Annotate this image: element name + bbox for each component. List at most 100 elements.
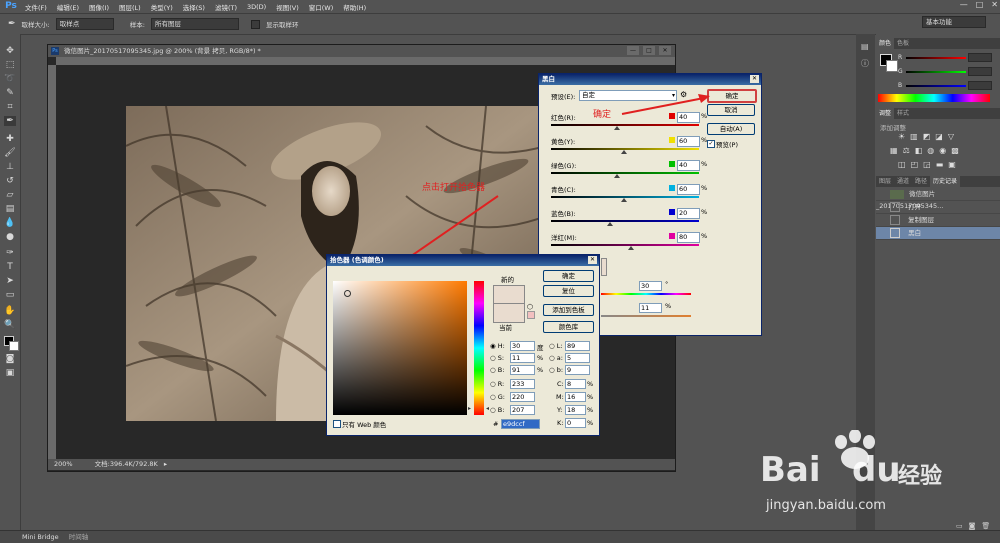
close-button[interactable]: ✕ [991,0,998,9]
path-select-tool-icon[interactable]: ➤ [4,276,16,286]
web-safe-swatch[interactable] [527,311,535,319]
menu-file[interactable]: 文件(F) [20,2,52,12]
cp-r-radio[interactable]: ○ R: [490,380,504,388]
stamp-tool-icon[interactable]: ⊥ [4,162,16,172]
cp-l-radio[interactable]: ○ L: [549,342,563,350]
color-picker-cursor[interactable] [344,290,351,297]
brightness-icon[interactable]: ☀ [898,132,905,141]
color-balance-icon[interactable]: ⚖ [903,146,910,155]
bw-tint-sat-value[interactable]: 11 [639,303,662,313]
history-panel-icon[interactable]: ▤ [861,42,869,51]
cp-l-value[interactable]: 89 [565,341,590,351]
screen-mode-icon[interactable]: ▣ [4,368,16,378]
cube-icon[interactable]: ⬡ [527,303,533,311]
tab-styles[interactable]: 样式 [894,108,912,119]
tab-swatches[interactable]: 色板 [894,38,912,49]
pen-tool-icon[interactable]: ✑ [4,248,16,258]
bw-auto-button[interactable]: 自动(A) [707,123,755,135]
background-color-swatch[interactable] [9,341,19,351]
tab-layers[interactable]: 图层 [876,176,894,187]
lasso-tool-icon[interactable]: ➰ [4,74,16,84]
horizontal-ruler[interactable] [56,57,675,65]
properties-panel-icon[interactable]: ⓘ [861,58,869,69]
hand-tool-icon[interactable]: ✋ [4,306,16,316]
gradient-tool-icon[interactable]: ▤ [4,204,16,214]
levels-icon[interactable]: ▥ [910,132,918,141]
history-row[interactable]: 复制图层 [876,214,1000,227]
doc-minimize-button[interactable]: — [627,46,639,55]
bw-magenta-value[interactable]: 80 [677,232,700,243]
bw-dialog-title-bar[interactable]: 黑白 ✕ [539,74,761,85]
shape-tool-icon[interactable]: ▭ [4,290,16,300]
quick-select-tool-icon[interactable]: ✎ [4,88,16,98]
cp-web-only-checkbox[interactable] [333,420,341,428]
bw-blue-slider-thumb[interactable] [607,222,613,226]
cp-lab-b-radio[interactable]: ○ b: [549,366,563,374]
menu-select[interactable]: 选择(S) [178,2,210,12]
menu-3d[interactable]: 3D(D) [242,3,271,11]
status-menu-icon[interactable]: ▸ [164,460,167,468]
cp-reset-button[interactable]: 复位 [543,285,594,297]
bw-adjust-icon[interactable]: ◧ [915,146,923,155]
marquee-tool-icon[interactable]: ⬚ [4,60,16,70]
cp-m-value[interactable]: 16 [565,392,586,402]
doc-close-button[interactable]: ✕ [659,46,671,55]
menu-layer[interactable]: 图层(L) [114,2,146,12]
cp-close-icon[interactable]: ✕ [588,256,597,264]
channel-mixer-icon[interactable]: ◉ [939,146,946,155]
color-g-value[interactable] [968,67,992,76]
bw-tint-swatch[interactable] [601,258,607,276]
cp-g-value[interactable]: 220 [510,392,535,402]
curves-icon[interactable]: ◩ [923,132,931,141]
hue-slider-left-arrow-icon[interactable]: ▸ [468,405,471,412]
bw-green-slider-track[interactable] [551,172,699,174]
document-info[interactable]: 文档:396.4K/792.8K [95,460,158,468]
color-g-slider[interactable] [906,71,966,73]
history-row[interactable]: 打开 [876,201,1000,214]
menu-edit[interactable]: 编辑(E) [52,2,84,12]
bw-cyan-slider-thumb[interactable] [621,198,627,202]
bw-tint-hue-value[interactable]: 30 [639,281,662,291]
saturation-brightness-field[interactable] [333,281,467,415]
exposure-icon[interactable]: ◪ [935,132,943,141]
cp-h-value[interactable]: 30 [510,341,535,351]
blur-tool-icon[interactable]: 💧 [4,218,16,228]
menu-type[interactable]: 类型(Y) [146,2,178,12]
trash-icon[interactable]: 🗑 [981,522,990,530]
menu-help[interactable]: 帮助(H) [338,2,371,12]
brush-tool-icon[interactable]: 🖌 [4,148,16,158]
color-panel-bg-swatch[interactable] [886,60,898,72]
cp-lab-b-value[interactable]: 9 [565,365,590,375]
color-spectrum-ramp[interactable] [878,94,990,102]
color-r-slider[interactable] [906,57,966,59]
history-row-active[interactable]: 黑白 [876,227,1000,240]
cp-bv-radio[interactable]: ○ B: [490,406,504,414]
tab-channels[interactable]: 通道 [894,176,912,187]
bw-close-icon[interactable]: ✕ [750,75,759,83]
doc-maximize-button[interactable]: □ [643,46,655,55]
bw-red-slider-thumb[interactable] [614,126,620,130]
cp-bv-value[interactable]: 207 [510,405,535,415]
show-ring-checkbox[interactable] [250,19,260,29]
photo-filter-icon[interactable]: ◍ [927,146,934,155]
menu-window[interactable]: 窗口(W) [304,2,339,12]
hue-sat-icon[interactable]: ▦ [890,146,898,155]
menu-filter[interactable]: 滤镜(T) [210,2,242,12]
minimize-button[interactable]: — [960,0,968,9]
cp-ok-button[interactable]: 确定 [543,270,594,282]
bw-yellow-value[interactable]: 60 [677,136,700,147]
cp-k-value[interactable]: 0 [565,418,586,428]
bw-blue-value[interactable]: 20 [677,208,700,219]
zoom-tool-icon[interactable]: 🔍 [4,320,16,330]
eraser-tool-icon[interactable]: ▱ [4,190,16,200]
cp-b-value[interactable]: 91 [510,365,535,375]
healing-tool-icon[interactable]: ✚ [4,134,16,144]
bw-red-slider-track[interactable] [551,124,699,126]
color-r-value[interactable] [968,53,992,62]
tab-paths[interactable]: 路径 [912,176,930,187]
cp-h-radio[interactable]: ◉ H: [490,342,505,350]
menu-image[interactable]: 图像(I) [84,2,114,12]
hue-slider-right-arrow-icon[interactable]: ◂ [486,405,489,412]
bw-tint-sat-slider[interactable] [601,315,691,317]
move-tool-icon[interactable]: ✥ [4,46,16,56]
